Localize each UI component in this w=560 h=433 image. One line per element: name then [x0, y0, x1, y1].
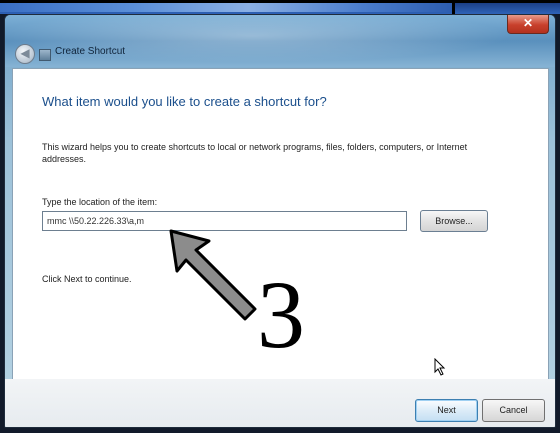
back-button[interactable]: ◀ [15, 44, 35, 64]
browse-button[interactable]: Browse... [420, 210, 488, 232]
background-strip-glow [0, 3, 452, 12]
background-strip [0, 0, 560, 14]
wizard-description: This wizard helps you to create shortcut… [42, 142, 468, 164]
step-number: 3 [257, 261, 305, 368]
next-button[interactable]: Next [415, 399, 478, 422]
close-button[interactable]: ✕ [507, 15, 549, 34]
window-title: Create Shortcut [55, 46, 126, 57]
mouse-cursor-icon [434, 358, 446, 376]
location-label: Type the location of the item: [42, 197, 158, 207]
title-bar: ✕ ◀ Create Shortcut [5, 15, 555, 67]
background-strip-edge [452, 0, 455, 14]
continue-instruction: Click Next to continue. [42, 274, 132, 284]
cancel-button[interactable]: Cancel [482, 399, 545, 422]
create-shortcut-window: ✕ ◀ Create Shortcut What item would you … [4, 14, 556, 428]
close-icon: ✕ [522, 16, 534, 30]
annotation-arrow-icon [169, 229, 257, 321]
wizard-heading: What item would you like to create a sho… [42, 94, 327, 109]
wizard-footer: Next Cancel [5, 379, 555, 427]
back-arrow-icon: ◀ [20, 46, 30, 60]
shortcut-icon [39, 49, 51, 61]
